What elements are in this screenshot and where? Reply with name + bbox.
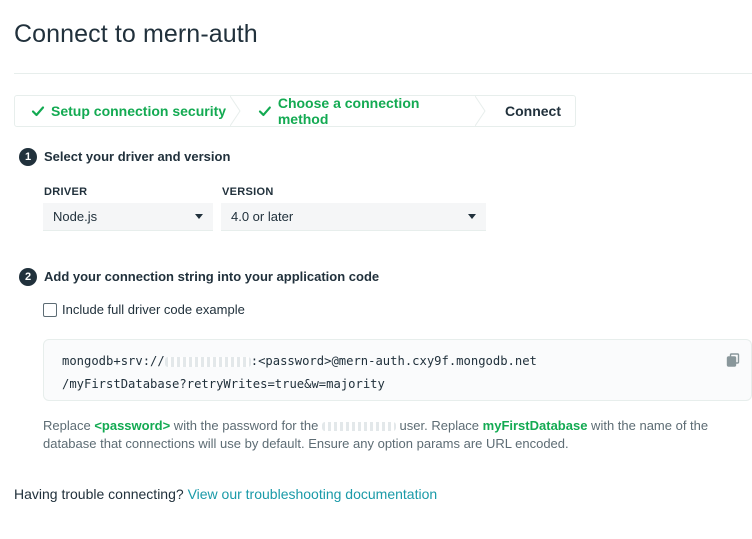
title-divider bbox=[14, 73, 752, 74]
caret-down-icon bbox=[195, 214, 203, 219]
note-text: with the password for the bbox=[170, 418, 322, 433]
version-select[interactable]: 4.0 or later bbox=[221, 203, 486, 231]
redacted-username bbox=[164, 356, 251, 367]
step-label: Setup connection security bbox=[51, 103, 227, 119]
section-title-driver: Select your driver and version bbox=[44, 149, 231, 164]
step-number-badge: 2 bbox=[19, 268, 37, 286]
version-label: VERSION bbox=[222, 186, 274, 198]
step-choose-method[interactable]: Choose a connection method bbox=[240, 95, 486, 127]
connection-steps: Setup connection security Choose a conne… bbox=[14, 95, 576, 127]
step-label: Choose a connection method bbox=[277, 95, 420, 127]
copy-icon[interactable] bbox=[726, 353, 740, 367]
caret-down-icon bbox=[468, 214, 476, 219]
step-number-badge: 1 bbox=[19, 148, 37, 166]
driver-label: DRIVER bbox=[44, 186, 88, 198]
note-text: user. Replace bbox=[395, 418, 483, 433]
connection-string-box[interactable]: mongodb+srv:// :<password>@mern-auth.cxy9… bbox=[43, 339, 752, 401]
check-icon bbox=[258, 106, 271, 117]
note-text: Replace bbox=[43, 418, 95, 433]
connection-string-instructions: Replace <password> with the password for… bbox=[43, 417, 743, 453]
check-icon bbox=[31, 106, 45, 117]
driver-select-value: Node.js bbox=[53, 209, 98, 224]
redacted-username bbox=[321, 422, 396, 432]
note-password-placeholder: <password> bbox=[94, 418, 171, 433]
troubleshooting-question: Having trouble connecting? bbox=[14, 486, 188, 502]
driver-select[interactable]: Node.js bbox=[43, 203, 213, 231]
full-driver-code-toggle[interactable]: Include full driver code example bbox=[43, 302, 245, 317]
checkbox-label: Include full driver code example bbox=[62, 302, 245, 317]
code-line2: /myFirstDatabase?retryWrites=true&w=majo… bbox=[62, 377, 385, 391]
step-label: Connect bbox=[505, 103, 561, 119]
code-line1-prefix: mongodb+srv:// bbox=[62, 354, 165, 368]
step-connect[interactable]: Connect bbox=[485, 96, 575, 126]
troubleshooting-link[interactable]: View our troubleshooting documentation bbox=[188, 486, 438, 502]
step-separator bbox=[230, 96, 241, 126]
page-title: Connect to mern-auth bbox=[14, 20, 258, 48]
step-setup-security[interactable]: Setup connection security bbox=[15, 96, 241, 126]
full-driver-code-checkbox[interactable] bbox=[43, 302, 57, 317]
section-title-connection-string: Add your connection string into your app… bbox=[44, 269, 380, 284]
code-line1-suffix: :<password>@mern-auth.cxy9f.mongodb.net bbox=[250, 354, 537, 368]
step-separator bbox=[475, 96, 486, 126]
connection-string[interactable]: mongodb+srv:// :<password>@mern-auth.cxy9… bbox=[62, 350, 537, 396]
version-select-value: 4.0 or later bbox=[231, 209, 294, 224]
note-database-placeholder: myFirstDatabase bbox=[482, 418, 588, 433]
troubleshooting-row: Having trouble connecting? View our trou… bbox=[14, 486, 437, 502]
